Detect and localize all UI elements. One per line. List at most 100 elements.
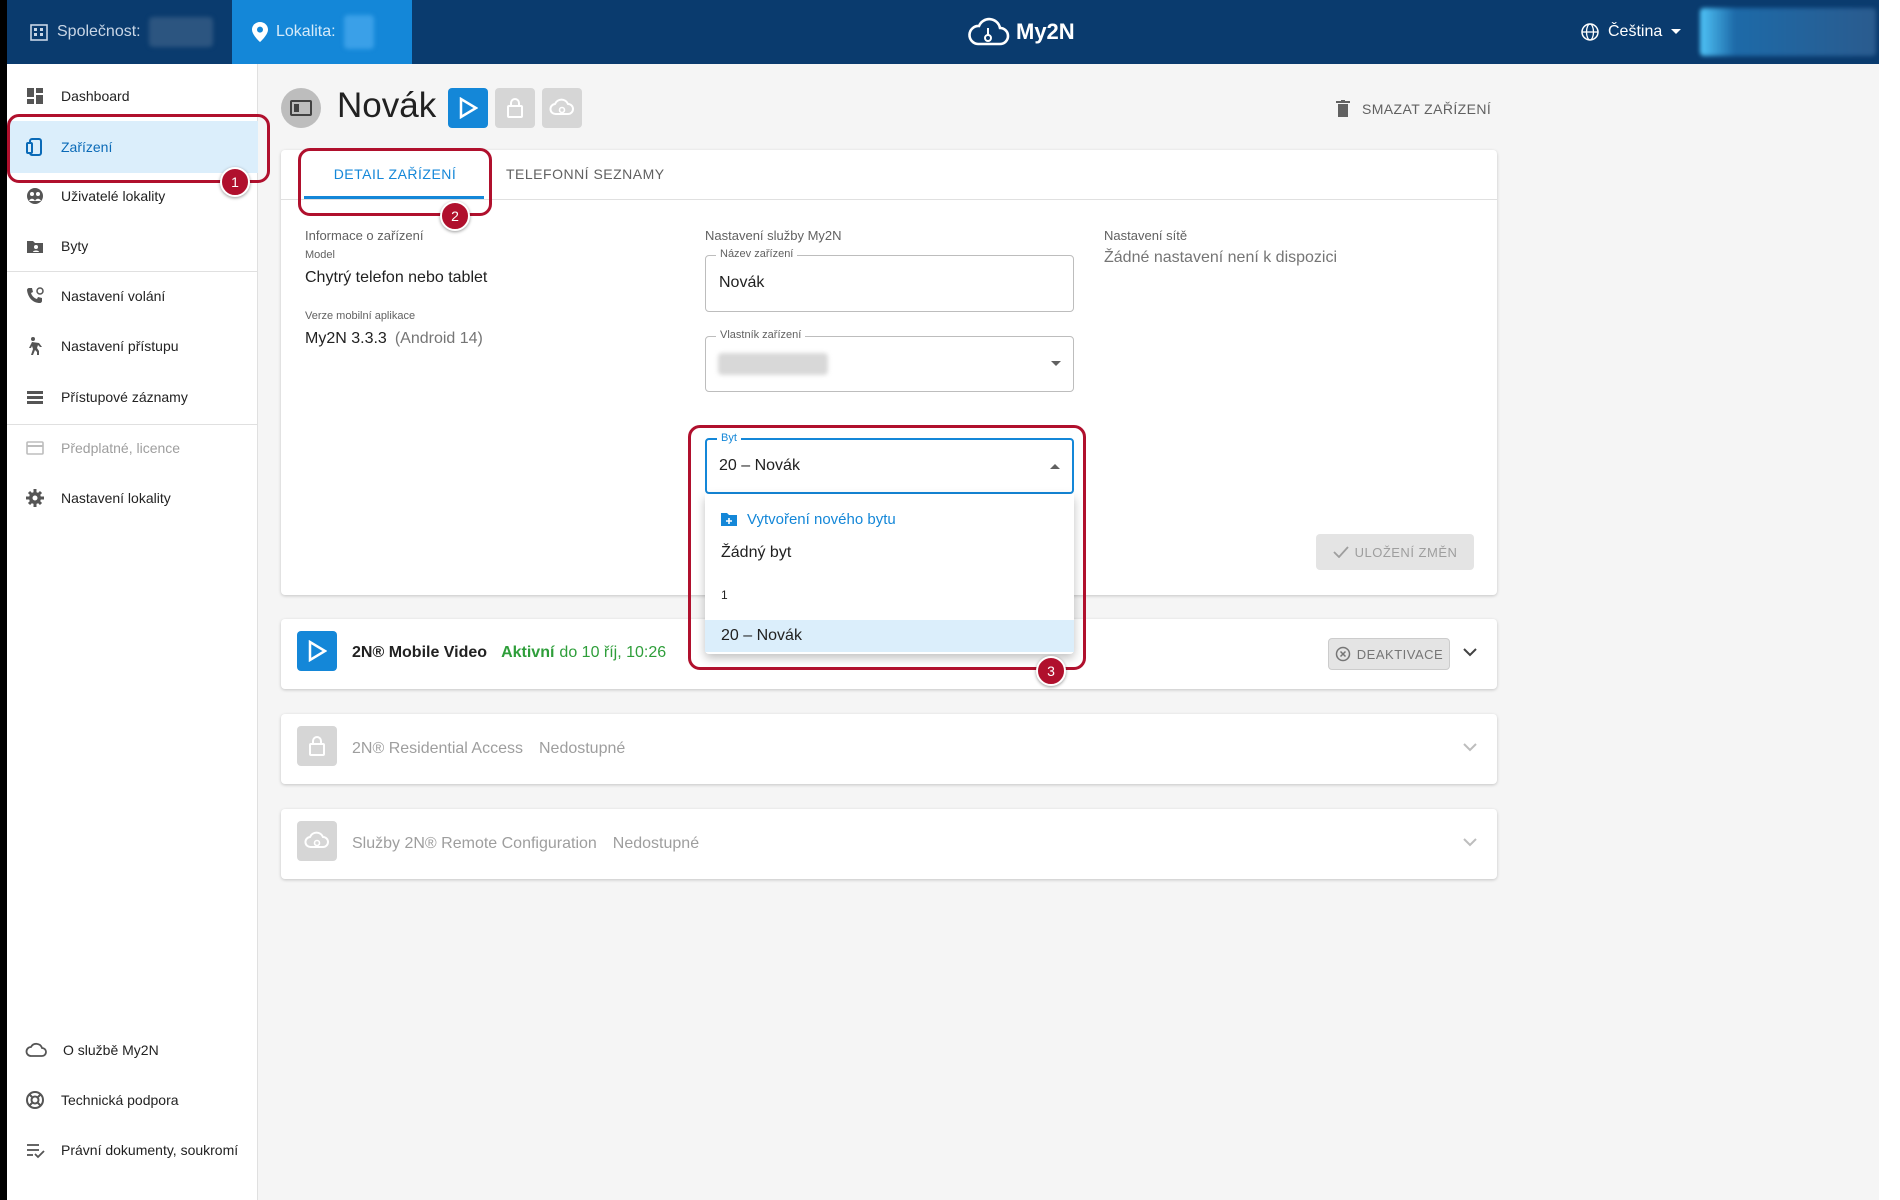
service-status: Nedostupné — [612, 835, 700, 852]
sidebar-item-access-settings[interactable]: Nastavení přístupu — [7, 322, 258, 370]
sidebar-item-label: Přístupové záznamy — [61, 389, 188, 405]
sidebar-item-access-logs[interactable]: Přístupové záznamy — [7, 373, 258, 421]
version-row: My2N 3.3.3 (Android 14) — [305, 330, 483, 348]
language-label: Čeština — [1608, 23, 1663, 40]
service-status: Aktivní — [501, 644, 555, 661]
service-name: 2N® Mobile Video — [352, 644, 488, 661]
trash-icon — [1336, 100, 1350, 117]
my2n-logo[interactable]: My2N — [966, 12, 1075, 52]
sidebar-item-label: Uživatelé lokality — [61, 188, 166, 204]
company-name-blurred — [148, 17, 213, 47]
sidebar-item-label: Technická podpora — [61, 1092, 179, 1108]
company-selector[interactable]: Společnost: — [7, 0, 213, 64]
residential-access-row: 2N® Residential Access Nedostupné — [352, 740, 625, 758]
annotation-badge-1: 1 — [220, 167, 250, 197]
chevron-down-icon[interactable] — [1463, 743, 1477, 752]
save-changes-button[interactable]: ULOŽENÍ ZMĚN — [1316, 534, 1474, 570]
sidebar-item-support[interactable]: Technická podpora — [7, 1076, 258, 1124]
sidebar-item-legal[interactable]: Právní dokumenty, soukromí — [7, 1126, 258, 1174]
location-label: Lokalita: — [276, 23, 336, 40]
info-heading: Informace o zařízení — [305, 228, 424, 243]
app-name: My2N — [1016, 19, 1075, 44]
save-label: ULOŽENÍ ZMĚN — [1354, 544, 1458, 560]
device-avatar — [281, 88, 321, 128]
delete-label: SMAZAT ZAŘÍZENÍ — [1362, 101, 1492, 117]
apartment-icon — [27, 241, 43, 253]
deactivate-label: DEAKTIVACE — [1356, 646, 1444, 662]
service-name: Služby 2N® Remote Configuration — [352, 835, 597, 852]
sidebar-item-dashboard[interactable]: Dashboard — [7, 72, 258, 120]
sidebar-item-label: Nastavení volání — [61, 288, 166, 304]
device-owner-select[interactable]: Vlastník zařízení — [705, 329, 1074, 392]
lock-icon — [309, 736, 325, 756]
cancel-circle-icon — [1335, 646, 1351, 662]
mobile-video-icon — [297, 631, 337, 671]
deactivate-button[interactable]: DEAKTIVACE — [1328, 638, 1450, 670]
users-icon — [27, 188, 43, 204]
mobile-video-row: 2N® Mobile Video Aktivní do 10 říj, 10:2… — [352, 644, 666, 662]
sidebar-item-label: Nastavení lokality — [61, 490, 171, 506]
cloud-logo-icon — [968, 17, 1010, 46]
remote-config-service-icon[interactable] — [542, 88, 582, 128]
check-icon — [1332, 546, 1349, 558]
company-label: Společnost: — [57, 23, 141, 40]
version-extra: (Android 14) — [394, 330, 483, 347]
annotation-badge-2: 2 — [440, 201, 470, 231]
tab-phone-books[interactable]: TELEFONNÍ SEZNAMY — [506, 166, 665, 182]
legal-icon — [27, 1144, 45, 1159]
access-icon — [29, 337, 42, 355]
residential-access-service-icon[interactable] — [495, 88, 535, 128]
annotation-badge-3: 3 — [1036, 656, 1066, 686]
cloud-settings-icon — [549, 98, 574, 115]
service-until: do 10 říj, 10:26 — [559, 644, 667, 661]
access-log-icon — [27, 391, 43, 404]
residential-access-icon — [297, 726, 337, 766]
sidebar-item-apartments[interactable]: Byty — [7, 222, 258, 270]
remote-config-icon — [297, 821, 337, 861]
play-icon — [308, 640, 327, 662]
sidebar-item-location-settings[interactable]: Nastavení lokality — [7, 474, 258, 522]
location-name-blurred — [343, 15, 374, 49]
cloud-icon — [25, 1042, 47, 1057]
remote-config-row: Služby 2N® Remote Configuration Nedostup… — [352, 835, 699, 853]
left-edge — [0, 0, 7, 1200]
model-label: Model — [305, 249, 335, 261]
sidebar-item-label: Byty — [61, 238, 89, 254]
device-name-field[interactable]: Název zařízení Novák — [705, 248, 1074, 312]
service-name: 2N® Residential Access — [352, 740, 523, 757]
chevron-down-icon[interactable] — [1463, 648, 1477, 657]
sidebar-item-label: Dashboard — [61, 88, 130, 104]
lock-icon — [507, 98, 523, 118]
sidebar-item-call-settings[interactable]: Nastavení volání — [7, 272, 258, 320]
owner-value-blurred — [718, 353, 828, 375]
right-edge — [1879, 0, 1900, 1200]
support-icon — [26, 1091, 44, 1109]
sidebar-item-label: Nastavení přístupu — [61, 338, 179, 354]
device-name-label: Název zařízení — [716, 248, 798, 260]
sidebar-item-label: Právní dokumenty, soukromí — [61, 1142, 239, 1158]
language-selector[interactable]: Čeština — [1580, 14, 1682, 50]
building-icon — [30, 24, 48, 41]
play-icon — [459, 97, 478, 119]
service-status: Nedostupné — [538, 740, 626, 757]
device-icon — [290, 100, 312, 116]
gear-icon — [26, 489, 44, 507]
page-title: Novák — [337, 86, 437, 125]
sidebar-item-about[interactable]: O službě My2N — [7, 1026, 258, 1074]
mobile-video-service-icon[interactable] — [448, 88, 488, 128]
network-empty-text: Žádné nastavení není k dispozici — [1104, 249, 1338, 266]
subscription-icon — [26, 441, 44, 455]
location-selector[interactable]: Lokalita: — [232, 0, 412, 64]
dropdown-arrow-icon — [1051, 361, 1061, 366]
model-value: Chytrý telefon nebo tablet — [305, 269, 488, 286]
version-value: My2N 3.3.3 — [305, 330, 387, 347]
annotation-highlight-3 — [688, 425, 1086, 670]
user-menu-blurred[interactable] — [1700, 8, 1876, 56]
globe-icon — [1581, 23, 1599, 41]
cloud-settings-icon — [304, 831, 329, 848]
device-owner-label: Vlastník zařízení — [716, 329, 806, 341]
delete-device-button[interactable]: SMAZAT ZAŘÍZENÍ — [1336, 100, 1491, 118]
chevron-down-icon[interactable] — [1463, 838, 1477, 847]
dashboard-icon — [27, 88, 43, 104]
version-label: Verze mobilní aplikace — [305, 310, 416, 322]
